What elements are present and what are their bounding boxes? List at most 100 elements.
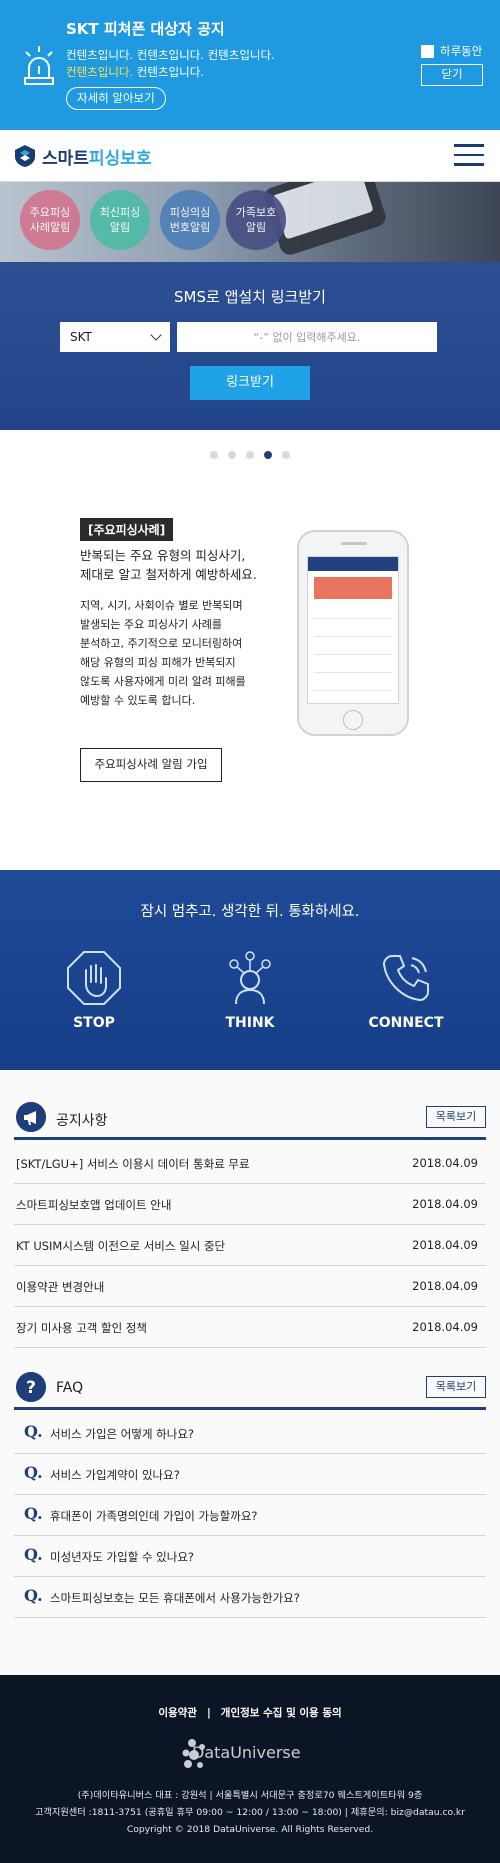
faq-question[interactable]: 서비스 가입은 어떻게 하나요? bbox=[50, 1426, 194, 1442]
faq-q-mark: Q. bbox=[24, 1463, 43, 1482]
popup-line-1: 컨텐츠입니다. 컨텐츠입니다. 컨텐츠입니다. bbox=[66, 48, 275, 62]
copyright: Copyright © 2018 DataUniverse. All Right… bbox=[126, 1824, 374, 1835]
carousel-dot[interactable] bbox=[228, 451, 236, 459]
notice-row[interactable]: KT USIM시스템 이전으로 서비스 일시 중단 2018.04.09 bbox=[14, 1225, 486, 1266]
think-person-icon bbox=[229, 951, 271, 1005]
notice-row-date: 2018.04.09 bbox=[412, 1320, 478, 1334]
carrier-select[interactable]: SKT bbox=[60, 322, 170, 352]
board-section: 공지사항 목록보기 [SKT/LGU+] 서비스 이용시 데이터 통화료 무료 … bbox=[0, 1070, 500, 1675]
quick-menu-latest-phishing[interactable]: 최신피싱 알림 bbox=[90, 190, 150, 250]
popup-line-2: 컨텐츠입니다. 컨텐츠입니다. bbox=[66, 64, 275, 81]
notice-row-title[interactable]: KT USIM시스템 이전으로 서비스 일시 중단 bbox=[16, 1238, 225, 1254]
chevron-down-icon bbox=[150, 329, 162, 341]
notice-row[interactable]: 이용약관 변경안내 2018.04.09 bbox=[14, 1266, 486, 1307]
popup-content: 컨텐츠입니다. 컨텐츠입니다. 컨텐츠입니다. 컨텐츠입니다. 컨텐츠입니다. bbox=[66, 47, 275, 81]
site-header: 스마트피싱보호 bbox=[0, 130, 500, 182]
subscribe-phishing-alert-button[interactable]: 주요피싱사례 알림 가입 bbox=[80, 748, 222, 782]
company-address: (주)데이타유니버스 대표 : 강원석 | 서울특별시 서대문구 충정로70 웨… bbox=[77, 1790, 423, 1801]
stop-think-connect-banner: 잠시 멈추고. 생각한 뒤. 통화하세요. STOP THINK CONNECT bbox=[0, 870, 500, 1070]
faq-row[interactable]: Q. 휴대폰이 가족명의인데 가입이 가능할까요? bbox=[14, 1495, 486, 1536]
footer-brand: DataUniverse bbox=[192, 1743, 301, 1762]
notice-row[interactable]: 장기 미사용 고객 할인 정책 2018.04.09 bbox=[14, 1307, 486, 1348]
faq-list-button[interactable]: 목록보기 bbox=[426, 1376, 486, 1398]
carrier-value: SKT bbox=[70, 330, 92, 344]
stop-hand-icon bbox=[67, 951, 121, 1005]
sms-link-section: SMS로 앱설치 링크받기 SKT 링크받기 bbox=[0, 262, 500, 430]
hide-today-checkbox[interactable]: 하루동안 bbox=[421, 43, 482, 59]
faq-q-mark: Q. bbox=[24, 1422, 43, 1441]
notice-header: 공지사항 목록보기 bbox=[14, 1100, 486, 1140]
svg-text:?: ? bbox=[26, 1378, 36, 1398]
notice-popup-banner: SKT 피쳐폰 대상자 공지 컨텐츠입니다. 컨텐츠입니다. 컨텐츠입니다. 컨… bbox=[0, 0, 500, 130]
faq-q-mark: Q. bbox=[24, 1586, 43, 1605]
site-logo[interactable]: 스마트피싱보호 bbox=[42, 144, 151, 169]
carousel-dot-active[interactable] bbox=[264, 451, 272, 459]
stop-label: STOP bbox=[73, 1015, 115, 1031]
slide-tag: [주요피싱사례] bbox=[80, 518, 174, 541]
company-info: (주)데이타유니버스 대표 : 강원석 | 서울특별시 서대문구 충정로70 웨… bbox=[0, 1787, 500, 1838]
popup-title: SKT 피쳐폰 대상자 공지 bbox=[66, 20, 225, 38]
logo-shield-icon[interactable] bbox=[14, 144, 36, 168]
close-popup-button[interactable]: 닫기 bbox=[421, 64, 483, 86]
notice-row[interactable]: 스마트피싱보호앱 업데이트 안내 2018.04.09 bbox=[14, 1184, 486, 1225]
notice-row-date: 2018.04.09 bbox=[412, 1197, 478, 1211]
faq-question[interactable]: 미성년자도 가입할 수 있나요? bbox=[50, 1549, 194, 1565]
phone-number-input[interactable] bbox=[177, 322, 437, 352]
footer-links: 이용약관 | 개인정보 수집 및 이용 동의 bbox=[0, 1705, 500, 1720]
notice-list-button[interactable]: 목록보기 bbox=[426, 1106, 486, 1128]
popup-line-2-rest: 컨텐츠입니다. bbox=[133, 65, 204, 79]
notice-title: 공지사항 bbox=[56, 1113, 108, 1129]
notice-row[interactable]: [SKT/LGU+] 서비스 이용시 데이터 통화료 무료 2018.04.09 bbox=[14, 1143, 486, 1184]
sms-title: SMS로 앱설치 링크받기 bbox=[174, 288, 326, 306]
customer-center: 고객지원센터 :1811-3751 (공휴일 휴무 09:00 ~ 12:00 … bbox=[34, 1807, 466, 1818]
faq-row[interactable]: Q. 스마트피싱보호는 모든 휴대폰에서 사용가능한가요? bbox=[14, 1577, 486, 1618]
faq-question[interactable]: 서비스 가입계약이 있나요? bbox=[50, 1467, 180, 1483]
feature-carousel: [주요피싱사례] 반복되는 주요 유형의 피싱사기, 제대로 알고 철저하게 예… bbox=[0, 430, 500, 870]
quick-menu-suspicious-number[interactable]: 피싱의심 번호알림 bbox=[160, 190, 220, 250]
carousel-dots bbox=[0, 451, 500, 459]
notice-row-title[interactable]: 이용약관 변경안내 bbox=[16, 1279, 104, 1295]
get-link-button[interactable]: 링크받기 bbox=[190, 366, 310, 400]
faq-row[interactable]: Q. 미성년자도 가입할 수 있나요? bbox=[14, 1536, 486, 1577]
privacy-link[interactable]: 개인정보 수집 및 이용 동의 bbox=[221, 1707, 342, 1719]
hamburger-icon[interactable] bbox=[454, 144, 484, 168]
checkbox-box[interactable] bbox=[421, 44, 434, 58]
campaign-title: 잠시 멈추고. 생각한 뒤. 통화하세요. bbox=[140, 904, 360, 920]
carousel-dot[interactable] bbox=[246, 451, 254, 459]
quick-menu-family-protect[interactable]: 가족보호 알림 bbox=[226, 190, 286, 250]
notice-row-title[interactable]: 스마트피싱보호앱 업데이트 안내 bbox=[16, 1197, 171, 1213]
alarm-siren-icon bbox=[24, 46, 54, 85]
notice-row-date: 2018.04.09 bbox=[412, 1156, 478, 1170]
phone-mockup bbox=[297, 530, 409, 736]
faq-header: ? FAQ 목록보기 bbox=[14, 1370, 486, 1410]
carousel-dot[interactable] bbox=[210, 451, 218, 459]
faq-q-mark: Q. bbox=[24, 1545, 43, 1564]
faq-row[interactable]: Q. 서비스 가입계약이 있나요? bbox=[14, 1454, 486, 1495]
faq-question[interactable]: 스마트피싱보호는 모든 휴대폰에서 사용가능한가요? bbox=[50, 1590, 300, 1606]
faq-question[interactable]: 휴대폰이 가족명의인데 가입이 가능할까요? bbox=[50, 1508, 258, 1524]
footer-separator: | bbox=[206, 1707, 211, 1719]
notice-row-title[interactable]: 장기 미사용 고객 할인 정책 bbox=[16, 1320, 147, 1336]
learn-more-button[interactable]: 자세히 알아보기 bbox=[66, 87, 166, 110]
notice-row-title[interactable]: [SKT/LGU+] 서비스 이용시 데이터 통화료 무료 bbox=[16, 1156, 250, 1172]
notice-row-date: 2018.04.09 bbox=[412, 1279, 478, 1293]
notice-row-date: 2018.04.09 bbox=[412, 1238, 478, 1252]
slide-heading: 반복되는 주요 유형의 피싱사기, 제대로 알고 철저하게 예방하세요. bbox=[80, 548, 257, 582]
carousel-dot[interactable] bbox=[282, 451, 290, 459]
logo-accent: 피싱보호 bbox=[88, 149, 152, 169]
faq-q-mark: Q. bbox=[24, 1504, 43, 1523]
question-icon: ? bbox=[16, 1372, 46, 1402]
site-footer: 이용약관 | 개인정보 수집 및 이용 동의 DataUniverse (주)데이타… bbox=[0, 1675, 500, 1863]
popup-line-2-highlight: 컨텐츠입니다. bbox=[66, 65, 134, 79]
slide-description: 지역, 시기, 사회이슈 별로 반복되며 발생되는 주요 피싱사기 사례를 분석… bbox=[80, 599, 246, 707]
megaphone-icon bbox=[16, 1102, 46, 1132]
logo-main: 스마트 bbox=[42, 149, 89, 169]
faq-title: FAQ bbox=[56, 1380, 84, 1396]
faq-row[interactable]: Q. 서비스 가입은 어떻게 하나요? bbox=[14, 1413, 486, 1454]
connect-label: CONNECT bbox=[368, 1015, 444, 1031]
quick-menu-phishing-cases[interactable]: 주요피싱 사례알림 bbox=[20, 190, 80, 250]
terms-link[interactable]: 이용약관 bbox=[158, 1707, 197, 1719]
phone-icon bbox=[383, 955, 429, 1001]
hide-today-label: 하루동안 bbox=[440, 44, 483, 58]
quick-menu: 주요피싱 사례알림 최신피싱 알림 피싱의심 번호알림 가족보호 알림 bbox=[0, 182, 500, 262]
